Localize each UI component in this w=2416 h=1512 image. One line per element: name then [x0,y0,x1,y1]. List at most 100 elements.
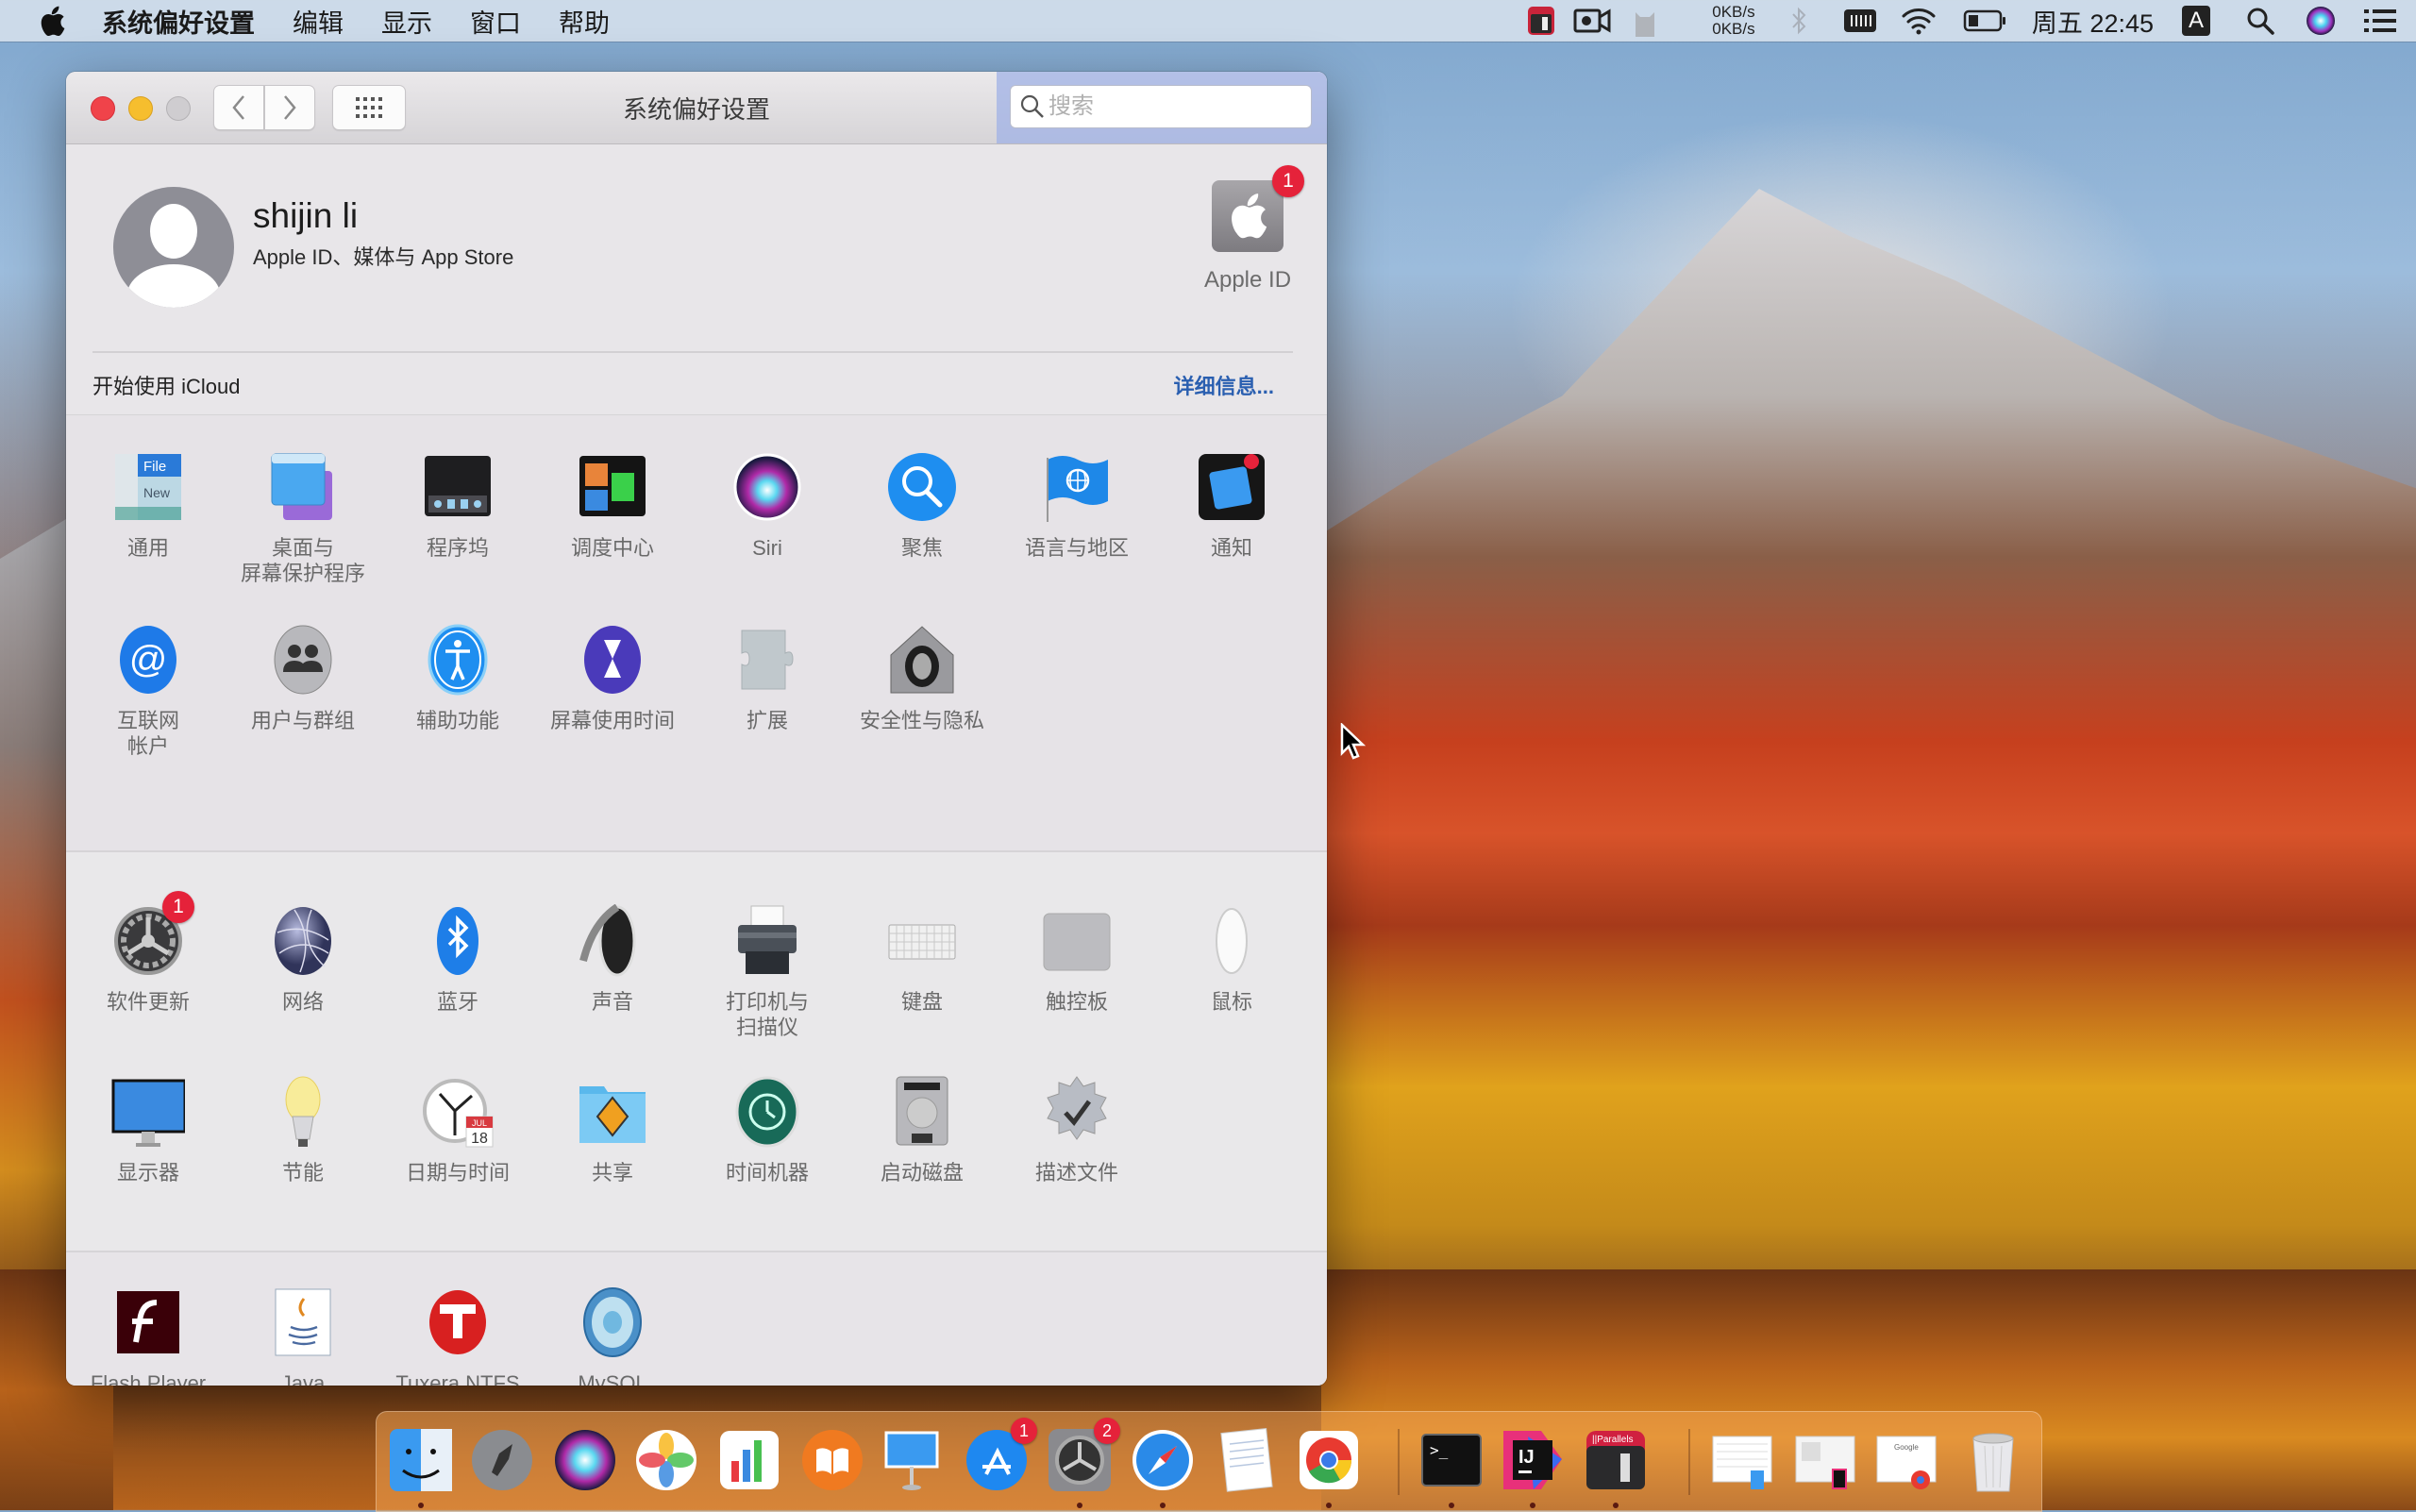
keyboard-brightness-icon[interactable] [1841,0,1879,42]
menu-view[interactable]: 显示 [381,3,432,40]
pane-security-privacy[interactable]: 安全性与隐私 [851,623,993,733]
siri-icon[interactable] [2305,0,2337,42]
pane-startup-disk[interactable]: 启动磁盘 [851,1075,993,1185]
pane-sharing[interactable]: 共享 [542,1075,683,1185]
net-download: 0KB/s [1712,20,1755,38]
apple-id-icon: 1 [1212,165,1304,252]
notifications-icon [1195,450,1268,524]
menubar-clock[interactable]: 周五 22:45 [2032,3,2154,40]
pane-label: 桌面与 屏幕保护程序 [240,536,365,585]
dock-app-store-icon[interactable]: 1 [962,1418,1037,1495]
pane-internet-accounts[interactable]: @ 互联网 帐户 [77,623,219,759]
pane-flash-player[interactable]: Flash Player [77,1285,219,1386]
menu-window[interactable]: 窗口 [470,3,521,40]
pane-extensions[interactable]: 扩展 [696,623,838,733]
pane-time-machine[interactable]: 时间机器 [696,1075,838,1185]
zoom-button[interactable] [166,96,191,121]
input-method-label: A [2182,6,2210,36]
dock-intellij-idea-icon[interactable]: IJ [1498,1425,1568,1508]
apple-id-pane[interactable]: 1 Apple ID [1191,165,1304,294]
status-bar: 0KB/s 0KB/s 周五 22:45 A [1520,0,2416,42]
battery-icon[interactable] [1962,0,2007,42]
pane-software-update[interactable]: 1 软件更新 [77,891,219,1015]
dock-system-preferences-icon[interactable]: 2 [1045,1418,1120,1508]
search-input[interactable] [1047,92,1296,121]
pane-screen-time[interactable]: 屏幕使用时间 [542,623,683,733]
keyboard-icon [885,904,959,978]
screen-record-icon[interactable] [1571,0,1613,42]
pane-displays[interactable]: 显示器 [77,1075,219,1185]
notification-center-icon[interactable] [2363,0,2397,42]
pane-mouse[interactable]: 鼠标 [1161,904,1302,1015]
pane-profiles[interactable]: 描述文件 [1006,1075,1148,1185]
pane-spotlight[interactable]: 聚焦 [851,450,993,561]
dock-minimized-window-chrome-icon[interactable]: Google [1871,1425,1941,1495]
wifi-icon[interactable] [1900,0,1938,42]
menu-help[interactable]: 帮助 [559,3,610,40]
spotlight-icon[interactable] [2244,0,2276,42]
search-field[interactable] [1010,85,1312,128]
dock-keynote-icon[interactable] [877,1425,947,1495]
dock-minimized-window-idea-icon[interactable] [1790,1425,1860,1495]
dock-launchpad-icon[interactable] [467,1425,537,1495]
pane-tuxera-ntfs[interactable]: Tuxera NTFS [387,1285,528,1386]
dock-chrome-icon[interactable] [1294,1425,1364,1508]
apple-id-badge: 1 [1272,165,1304,197]
dock-minimized-window-finder-icon[interactable] [1707,1425,1777,1495]
dock-safari-icon[interactable] [1128,1425,1198,1508]
back-button[interactable] [213,85,264,130]
extensions-icon [730,623,804,697]
pane-users-groups[interactable]: 用户与群组 [232,623,374,733]
dock-photos-icon[interactable] [631,1425,701,1495]
pane-mysql[interactable]: MySQL [542,1285,683,1386]
pane-sound[interactable]: 声音 [542,904,683,1015]
dock-books-icon[interactable] [797,1425,867,1495]
accessibility-icon [421,623,495,697]
dock-siri-icon[interactable] [550,1425,620,1495]
parallels-icon[interactable] [1520,0,1562,42]
displays-icon [111,1075,185,1149]
pane-label: 显示器 [116,1161,179,1184]
dock-trash-icon[interactable] [1958,1425,2028,1495]
pane-accessibility[interactable]: 辅助功能 [387,623,528,733]
pane-notifications[interactable]: 通知 [1161,450,1302,561]
dock-textedit-icon[interactable] [1211,1425,1281,1495]
cat-icon[interactable] [1626,0,1664,42]
dock-separator [1398,1429,1400,1495]
menu-app-name[interactable]: 系统偏好设置 [102,3,255,40]
pane-desktop-screensaver[interactable]: 桌面与 屏幕保护程序 [232,450,374,586]
pane-energy-saver[interactable]: 节能 [232,1075,374,1185]
bluetooth-icon[interactable] [1785,0,1813,42]
dock-numbers-icon[interactable] [714,1425,784,1495]
forward-button[interactable] [264,85,315,130]
minimize-button[interactable] [128,96,153,121]
pane-keyboard[interactable]: 键盘 [851,904,993,1015]
running-indicator [418,1503,424,1508]
menu-edit[interactable]: 编辑 [293,3,344,40]
details-link[interactable]: 详细信息... [1174,370,1274,400]
close-button[interactable] [91,96,115,121]
dock-terminal-icon[interactable]: >_ [1417,1425,1486,1508]
pane-label: 时间机器 [725,1161,809,1184]
apple-menu-icon[interactable] [38,5,66,37]
input-method-icon[interactable]: A [2180,0,2212,42]
pane-language-region[interactable]: 语言与地区 [1006,450,1148,561]
pane-java[interactable]: Java [232,1285,374,1386]
pane-network[interactable]: 网络 [232,904,374,1015]
avatar-head [150,204,197,259]
pane-trackpad[interactable]: 触控板 [1006,904,1148,1015]
pane-siri[interactable]: Siri [696,450,838,561]
pane-general[interactable]: File New 通用 [77,450,219,561]
pane-mission-control[interactable]: 调度中心 [542,450,683,561]
dock-parallels-icon[interactable]: ||Parallels [1581,1425,1651,1508]
pane-printer-scanner[interactable]: 打印机与 扫描仪 [696,904,838,1040]
pane-bluetooth[interactable]: 蓝牙 [387,904,528,1015]
pane-dock[interactable]: 程序坞 [387,450,528,561]
printer-scanner-icon [730,904,804,978]
dock-finder-icon[interactable] [386,1425,456,1508]
show-all-button[interactable] [332,85,406,130]
menu-bar: 系统偏好设置 编辑 显示 窗口 帮助 0KB/s 0KB/s 周五 22:45 [0,0,2416,42]
pane-date-time[interactable]: JUL 18 日期与时间 [387,1075,528,1185]
pane-label: 扩展 [746,709,788,732]
avatar[interactable] [113,187,234,308]
